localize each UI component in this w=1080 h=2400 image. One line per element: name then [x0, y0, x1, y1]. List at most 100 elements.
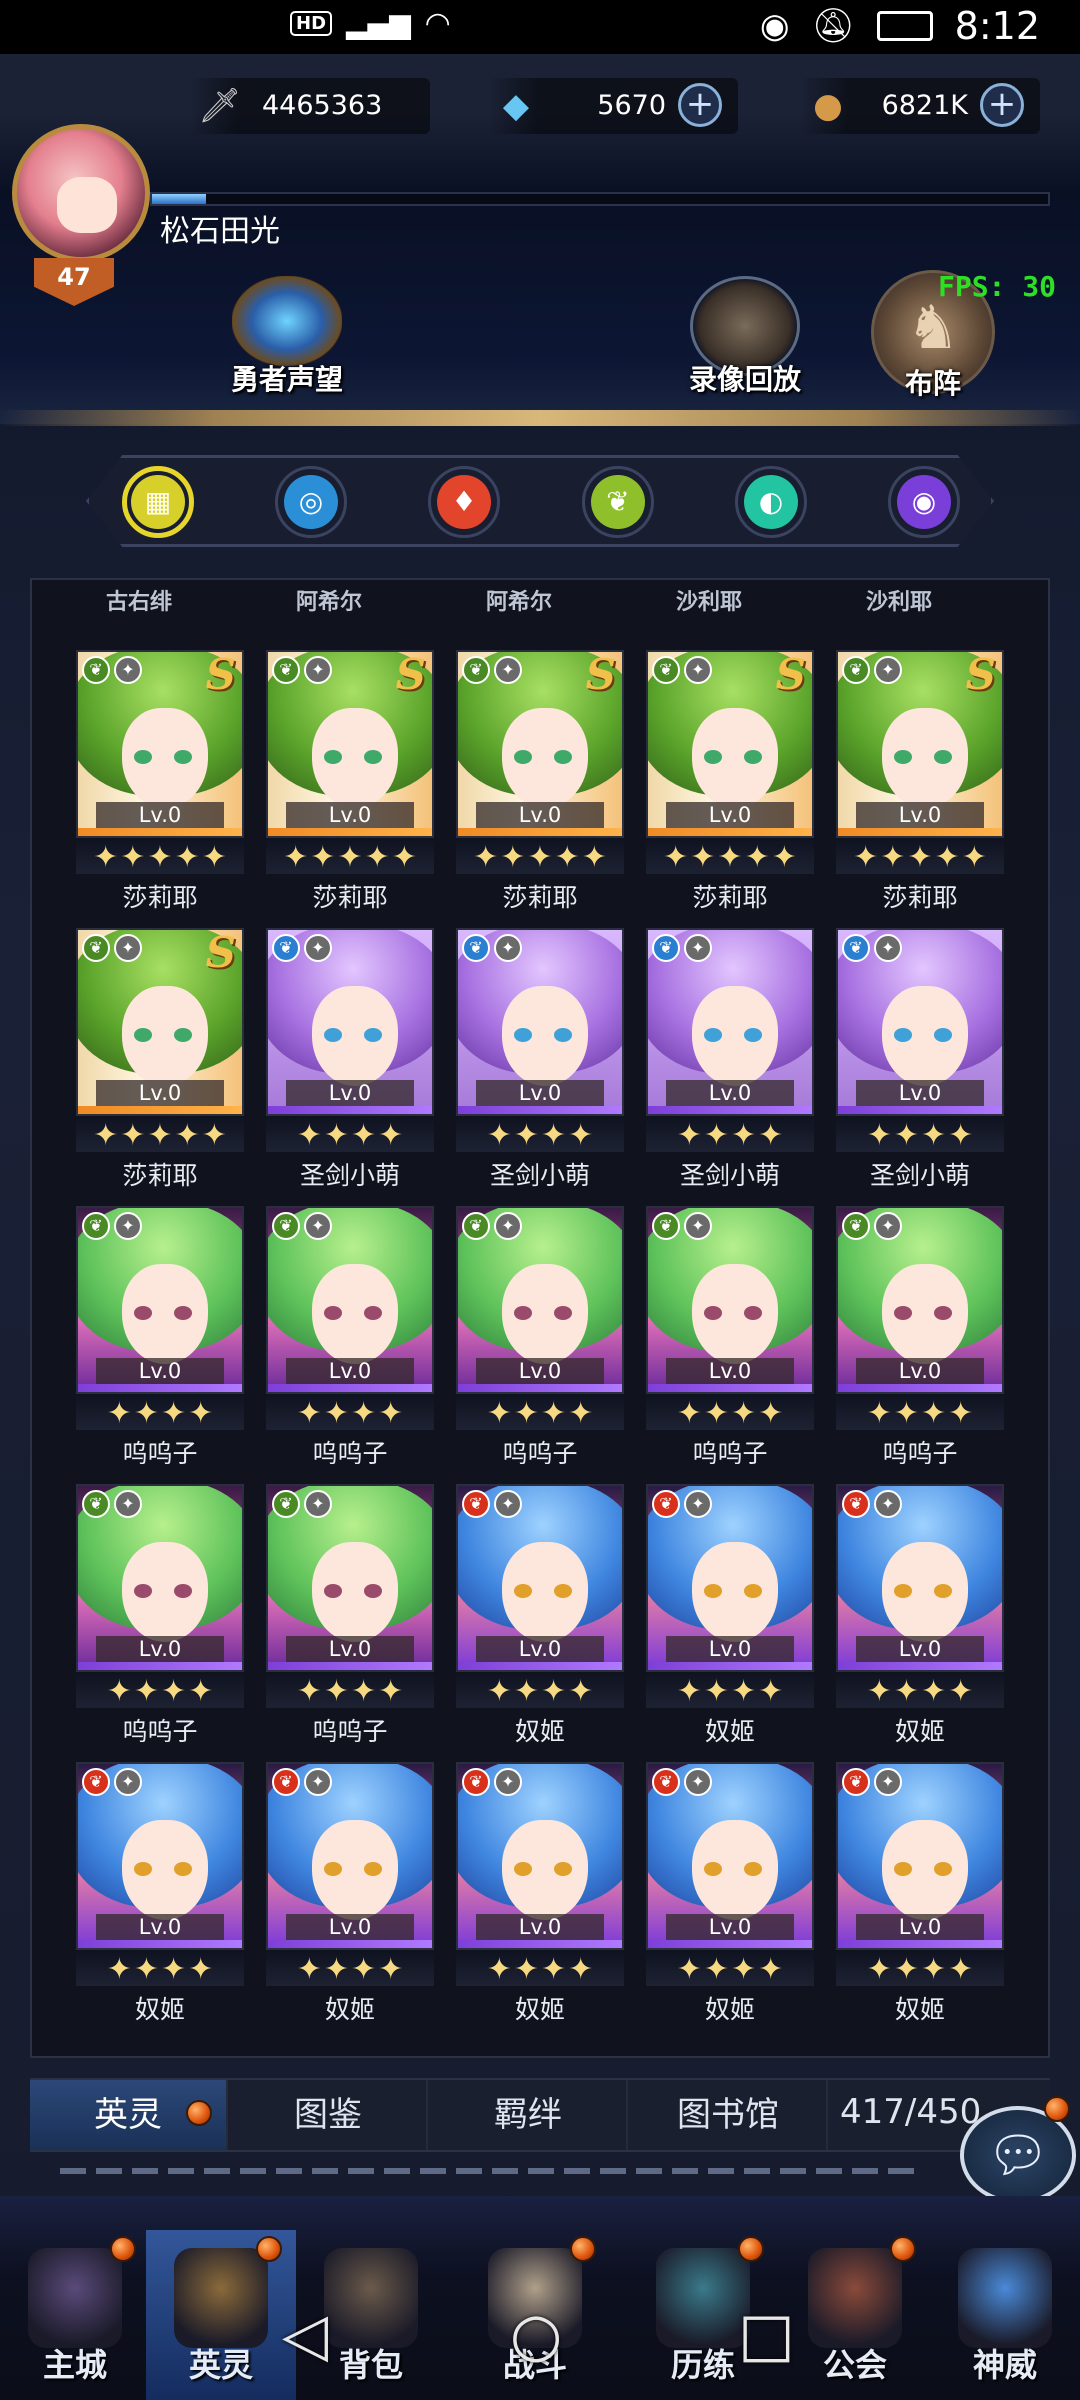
hero-badges: ❦ ✦: [272, 1768, 332, 1796]
nav-guild[interactable]: 公会: [780, 2230, 930, 2400]
star-icon: ✦: [378, 1952, 404, 1987]
add-coins-button[interactable]: +: [980, 83, 1024, 127]
hero-card[interactable]: Lv.0 ❦ ✦ S ✦ ✦ ✦ ✦ ✦ 莎莉耶: [76, 928, 244, 1200]
star-icon: ✦: [676, 1118, 702, 1153]
nav-divine-crystal[interactable]: 神威: [930, 2230, 1080, 2400]
hero-eye: [364, 750, 382, 764]
hero-eye: [514, 1584, 532, 1598]
player-avatar[interactable]: [12, 124, 150, 262]
hero-card[interactable]: Lv.0 ❦ ✦ ✦ ✦ ✦ ✦ 呜呜子: [266, 1206, 434, 1478]
element-badge-icon: ❦: [842, 1490, 870, 1518]
star-icon: ✦: [283, 840, 309, 875]
hero-name: 奴姬: [134, 1995, 185, 2024]
hero-card[interactable]: Lv.0 ❦ ✦ ✦ ✦ ✦ ✦ 呜呜子: [646, 1206, 814, 1478]
hero-card[interactable]: Lv.0 ❦ ✦ ✦ ✦ ✦ ✦ 奴姬: [836, 1484, 1004, 1756]
hero-portrait: Lv.0 ❦ ✦: [76, 1762, 244, 1950]
nav-castle[interactable]: 主城: [0, 2230, 150, 2400]
rarity-stripe: [648, 1384, 812, 1392]
replay-button[interactable]: 录像回放: [680, 276, 810, 396]
hero-card[interactable]: Lv.0 ❦ ✦ ✦ ✦ ✦ ✦ 奴姬: [836, 1762, 1004, 2034]
system-recents-icon[interactable]: □: [738, 2300, 795, 2370]
hero-card[interactable]: Lv.0 ❦ ✦ S ✦ ✦ ✦ ✦ ✦ 莎莉耶: [76, 650, 244, 922]
star-rating: ✦ ✦ ✦ ✦ ✦: [76, 1118, 244, 1153]
filter-dark-element-button[interactable]: ◉: [888, 466, 960, 538]
star-icon: ✦: [948, 1674, 974, 1709]
replay-label: 录像回放: [688, 363, 801, 396]
hero-level: Lv.0: [856, 1358, 984, 1384]
class-badge-icon: ✦: [114, 1490, 142, 1518]
rarity-stripe: [838, 1940, 1002, 1948]
class-badge-icon: ✦: [684, 934, 712, 962]
hero-card[interactable]: Lv.0 ❦ ✦ ✦ ✦ ✦ ✦ 呜呜子: [76, 1484, 244, 1756]
hero-card[interactable]: Lv.0 ❦ ✦ S ✦ ✦ ✦ ✦ ✦ 莎莉耶: [266, 650, 434, 922]
hero-eye: [174, 1584, 192, 1598]
filter-water-element-button[interactable]: ◎: [275, 466, 347, 538]
filter-wind-element-button[interactable]: ◐: [735, 466, 807, 538]
system-home-icon[interactable]: ○: [510, 2300, 562, 2370]
trial-tower-icon: [656, 2248, 750, 2348]
class-badge-icon: ✦: [114, 1212, 142, 1240]
hero-eye: [744, 1862, 762, 1876]
nav-hero-helmet[interactable]: 英灵: [146, 2230, 296, 2400]
add-gems-button[interactable]: +: [678, 83, 722, 127]
partial-row-name: 古右绯: [105, 590, 172, 615]
hero-card[interactable]: Lv.0 ❦ ✦ S ✦ ✦ ✦ ✦ ✦ 莎莉耶: [646, 650, 814, 922]
filter-fire-element-button[interactable]: ♦: [428, 466, 500, 538]
star-icon: ✦: [391, 840, 417, 875]
star-icon: ✦: [934, 840, 960, 875]
hero-card[interactable]: Lv.0 ❦ ✦ ✦ ✦ ✦ ✦ 圣剑小萌: [646, 928, 814, 1200]
hero-card[interactable]: Lv.0 ❦ ✦ ✦ ✦ ✦ ✦ 圣剑小萌: [836, 928, 1004, 1200]
hero-card[interactable]: Lv.0 ❦ ✦ ✦ ✦ ✦ ✦ 奴姬: [646, 1762, 814, 2034]
tab-codex[interactable]: 图鉴: [230, 2080, 428, 2150]
hero-eye: [554, 1584, 572, 1598]
hero-badges: ❦ ✦: [82, 1212, 142, 1240]
backpack-icon: [324, 2248, 418, 2348]
tier-badge: S: [775, 650, 806, 699]
hero-prestige-button[interactable]: 勇者声望: [222, 276, 352, 396]
hero-eye: [554, 1862, 572, 1876]
filter-all-grid-button[interactable]: ▦: [122, 466, 194, 538]
star-icon: ✦: [351, 1396, 377, 1431]
tab-library[interactable]: 图书馆: [630, 2080, 828, 2150]
hero-card[interactable]: Lv.0 ❦ ✦ S ✦ ✦ ✦ ✦ ✦ 莎莉耶: [836, 650, 1004, 922]
hero-level: Lv.0: [666, 1914, 794, 1940]
star-rating: ✦ ✦ ✦ ✦: [76, 1952, 244, 1987]
hero-card[interactable]: Lv.0 ❦ ✦ ✦ ✦ ✦ ✦ 呜呜子: [266, 1484, 434, 1756]
hero-card[interactable]: Lv.0 ❦ ✦ ✦ ✦ ✦ ✦ 奴姬: [76, 1762, 244, 2034]
hero-card[interactable]: Lv.0 ❦ ✦ ✦ ✦ ✦ ✦ 呜呜子: [836, 1206, 1004, 1478]
wind-element-icon: ◐: [744, 475, 798, 529]
hero-card[interactable]: Lv.0 ❦ ✦ ✦ ✦ ✦ ✦ 奴姬: [456, 1762, 624, 2034]
filter-nature-element-button[interactable]: ❦: [582, 466, 654, 538]
element-badge-icon: ❦: [652, 934, 680, 962]
star-rating: ✦ ✦ ✦ ✦: [836, 1674, 1004, 1709]
star-icon: ✦: [500, 840, 526, 875]
star-rating: ✦ ✦ ✦ ✦: [456, 1952, 624, 1987]
hero-eye: [744, 1306, 762, 1320]
hero-card[interactable]: Lv.0 ❦ ✦ ✦ ✦ ✦ ✦ 呜呜子: [456, 1206, 624, 1478]
hero-card[interactable]: Lv.0 ❦ ✦ ✦ ✦ ✦ ✦ 奴姬: [456, 1484, 624, 1756]
hero-portrait: Lv.0 ❦ ✦: [836, 1206, 1004, 1394]
star-icon: ✦: [703, 1952, 729, 1987]
hero-badges: ❦ ✦: [82, 1768, 142, 1796]
hero-card[interactable]: Lv.0 ❦ ✦ ✦ ✦ ✦ ✦ 奴姬: [266, 1762, 434, 2034]
star-icon: ✦: [120, 840, 146, 875]
star-icon: ✦: [133, 1396, 159, 1431]
star-icon: ✦: [758, 1118, 784, 1153]
hero-level: Lv.0: [286, 1636, 414, 1662]
hero-card[interactable]: Lv.0 ❦ ✦ ✦ ✦ ✦ ✦ 圣剑小萌: [456, 928, 624, 1200]
rarity-stripe: [78, 1384, 242, 1392]
hero-card[interactable]: Lv.0 ❦ ✦ ✦ ✦ ✦ ✦ 呜呜子: [76, 1206, 244, 1478]
star-icon: ✦: [351, 1674, 377, 1709]
star-rating: ✦ ✦ ✦ ✦: [456, 1396, 624, 1431]
hero-card[interactable]: Lv.0 ❦ ✦ S ✦ ✦ ✦ ✦ ✦ 莎莉耶: [456, 650, 624, 922]
hero-portrait: Lv.0 ❦ ✦: [266, 1206, 434, 1394]
hero-card[interactable]: Lv.0 ❦ ✦ ✦ ✦ ✦ ✦ 圣剑小萌: [266, 928, 434, 1200]
hero-card[interactable]: Lv.0 ❦ ✦ ✦ ✦ ✦ ✦ 奴姬: [646, 1484, 814, 1756]
hero-badges: ❦ ✦: [272, 656, 332, 684]
element-badge-icon: ❦: [652, 1768, 680, 1796]
tab-bonds[interactable]: 羁绊: [430, 2080, 628, 2150]
system-back-icon[interactable]: ◁: [282, 2300, 328, 2370]
star-icon: ✦: [188, 1396, 214, 1431]
rarity-stripe: [268, 828, 432, 836]
rarity-stripe: [838, 1662, 1002, 1670]
